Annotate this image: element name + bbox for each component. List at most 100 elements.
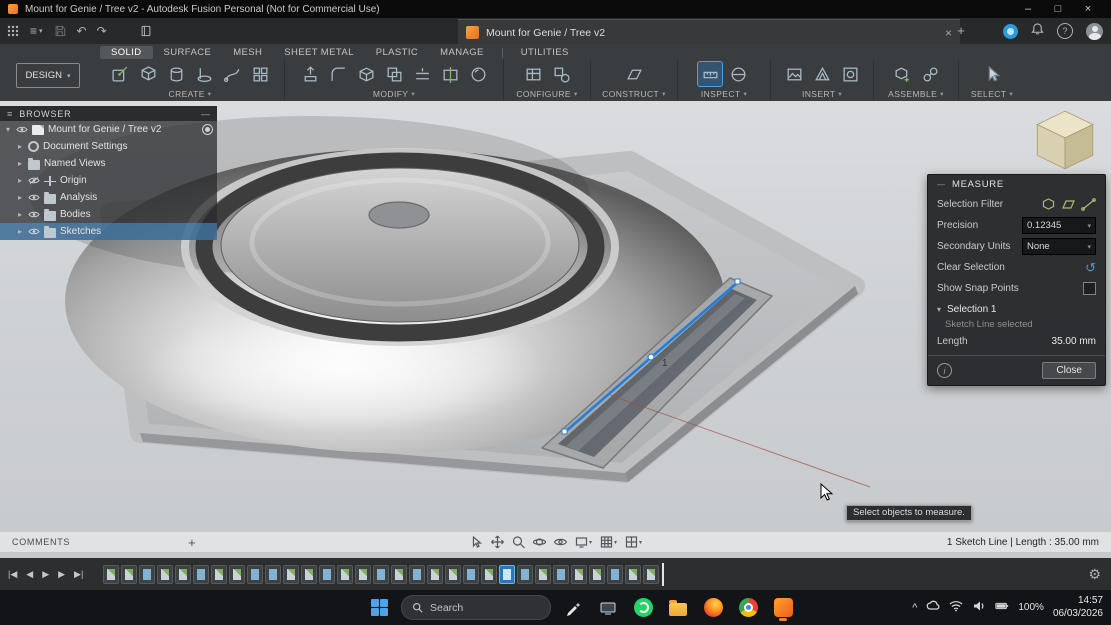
hidden-icons-button[interactable]: ^ <box>912 602 917 614</box>
timeline-feature-icon[interactable] <box>157 564 174 584</box>
measure-close-button[interactable]: Close <box>1042 362 1096 379</box>
save-button[interactable] <box>53 24 67 38</box>
timeline-go-to-end-button[interactable]: ▶| <box>74 569 83 580</box>
redo-button[interactable]: ↷ <box>97 24 107 38</box>
group-assemble-dropdown[interactable]: ASSEMBLE ▾ <box>888 89 944 99</box>
offset-face-button[interactable] <box>410 62 434 86</box>
start-button[interactable] <box>366 595 392 621</box>
zoom-tool-button[interactable] <box>511 535 525 549</box>
tab-utilities[interactable]: UTILITIES <box>510 46 580 59</box>
app-grid-icon[interactable] <box>6 24 20 38</box>
visibility-eye-icon[interactable] <box>28 210 40 219</box>
collaboration-icon[interactable] <box>1003 23 1018 39</box>
measure-header[interactable]: — MEASURE <box>928 175 1105 194</box>
group-select-dropdown[interactable]: SELECT ▾ <box>971 89 1013 99</box>
browser-item-document-settings[interactable]: ▸ Document Settings <box>0 138 217 155</box>
clear-selection-button[interactable]: ↺ <box>1085 261 1096 274</box>
joint-button[interactable] <box>918 62 942 86</box>
combine-button[interactable] <box>382 62 406 86</box>
split-body-button[interactable] <box>438 62 462 86</box>
taskbar-app-firefox[interactable] <box>700 595 726 621</box>
configure-table-button[interactable] <box>521 62 545 86</box>
document-tab[interactable]: Mount for Genie / Tree v2 × <box>458 19 960 45</box>
viewports-button[interactable]: ▾ <box>624 535 642 549</box>
timeline-step-back-button[interactable]: ◀ <box>26 569 33 580</box>
expand-arrow-icon[interactable]: ▸ <box>16 227 24 236</box>
display-settings-button[interactable]: ▾ <box>574 535 592 549</box>
configuration-button[interactable] <box>549 62 573 86</box>
group-configure-dropdown[interactable]: CONFIGURE ▾ <box>516 89 577 99</box>
new-tab-button[interactable]: + <box>952 22 970 40</box>
precision-dropdown[interactable]: 0.12345 ▾ <box>1022 217 1096 234</box>
add-comment-button[interactable]: + <box>188 535 196 550</box>
timeline-feature-icon[interactable] <box>337 564 354 584</box>
timeline-feature-icon[interactable] <box>175 564 192 584</box>
timeline-feature-icon[interactable] <box>283 564 300 584</box>
expand-arrow-icon[interactable]: ▸ <box>16 176 24 185</box>
filter-edges-button[interactable] <box>1081 198 1096 211</box>
select-tool-button[interactable] <box>469 535 483 549</box>
timeline-feature-icon[interactable] <box>553 564 570 584</box>
create-sketch-button[interactable] <box>108 62 132 86</box>
expand-arrow-icon[interactable]: ▸ <box>16 210 24 219</box>
timeline-feature-icon[interactable] <box>391 564 408 584</box>
new-component-button[interactable] <box>890 62 914 86</box>
show-snap-points-checkbox[interactable] <box>1083 282 1096 295</box>
create-cylinder-button[interactable] <box>164 62 188 86</box>
timeline-feature-icon[interactable] <box>499 564 516 584</box>
timeline-feature-icon[interactable] <box>481 564 498 584</box>
taskbar-app-chrome[interactable] <box>735 595 761 621</box>
insert-decal-button[interactable] <box>838 62 862 86</box>
maximize-button[interactable]: □ <box>1043 0 1073 18</box>
timeline-feature-icon[interactable] <box>319 564 336 584</box>
expand-arrow-icon[interactable]: ▸ <box>16 142 24 151</box>
timeline-feature-icon[interactable] <box>139 564 156 584</box>
insert-mesh-button[interactable] <box>810 62 834 86</box>
look-at-button[interactable] <box>553 535 567 549</box>
collapse-icon[interactable]: — <box>937 180 945 189</box>
timeline-feature-icon[interactable] <box>373 564 390 584</box>
group-insert-dropdown[interactable]: INSERT ▾ <box>802 89 842 99</box>
visibility-eye-icon[interactable] <box>28 193 40 202</box>
timeline-feature-icon[interactable] <box>193 564 210 584</box>
expand-arrow-icon[interactable]: ▸ <box>16 193 24 202</box>
tab-mesh[interactable]: MESH <box>222 46 273 59</box>
timeline-feature-icon[interactable] <box>247 564 264 584</box>
tab-manage[interactable]: MANAGE <box>429 46 495 59</box>
data-panel-button[interactable] <box>139 24 153 38</box>
appearance-button[interactable] <box>466 62 490 86</box>
tab-close-icon[interactable]: × <box>945 26 952 40</box>
view-cube[interactable] <box>1029 105 1101 177</box>
wifi-icon[interactable] <box>949 599 963 617</box>
timeline-feature-icon[interactable] <box>463 564 480 584</box>
timeline-feature-icon[interactable] <box>211 564 228 584</box>
create-pattern-button[interactable] <box>248 62 272 86</box>
browser-item-named-views[interactable]: ▸ Named Views <box>0 155 217 172</box>
insert-canvas-button[interactable] <box>782 62 806 86</box>
taskbar-app-file-explorer[interactable] <box>665 595 691 621</box>
visibility-eye-icon[interactable] <box>16 125 28 134</box>
timeline-feature-icon[interactable] <box>229 564 246 584</box>
close-button[interactable]: × <box>1073 0 1103 18</box>
filter-faces-button[interactable] <box>1061 198 1076 211</box>
battery-icon[interactable] <box>995 599 1009 617</box>
timeline-play-button[interactable]: ▶ <box>42 569 49 580</box>
shell-button[interactable] <box>354 62 378 86</box>
timeline-feature-icon[interactable] <box>643 564 660 584</box>
timeline-feature-icon[interactable] <box>517 564 534 584</box>
taskbar-app-fusion[interactable] <box>770 595 796 621</box>
timeline-step-forward-button[interactable]: ▶ <box>58 569 65 580</box>
selection-section-header[interactable]: ▾ Selection 1 <box>928 299 1105 317</box>
browser-item-origin[interactable]: ▸ Origin <box>0 172 217 189</box>
grid-settings-button[interactable]: ▾ <box>599 535 617 549</box>
timeline-position-marker[interactable] <box>662 562 665 586</box>
expand-arrow-icon[interactable]: ▸ <box>16 159 24 168</box>
timeline-feature-icon[interactable] <box>301 564 318 584</box>
taskbar-clock[interactable]: 14:57 06/03/2026 <box>1053 595 1103 620</box>
file-menu-button[interactable]: ≡ ▾ <box>30 24 43 38</box>
tab-plastic[interactable]: PLASTIC <box>365 46 429 59</box>
volume-icon[interactable] <box>972 599 986 617</box>
browser-root-row[interactable]: ▾ Mount for Genie / Tree v2 <box>0 121 217 138</box>
notifications-button[interactable] <box>1031 22 1044 41</box>
group-construct-dropdown[interactable]: CONSTRUCT ▾ <box>602 89 666 99</box>
